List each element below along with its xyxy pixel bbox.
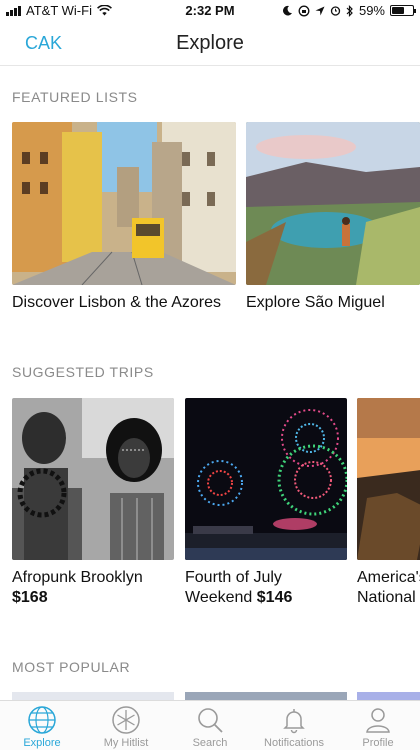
tab-label: Profile — [362, 737, 394, 749]
suggested-trips-header: SUGGESTED TRIPS — [12, 364, 154, 380]
bluetooth-icon — [346, 4, 353, 17]
trip-subtitle-text: Weekend — [185, 589, 253, 606]
trip-title: America's — [357, 569, 420, 586]
status-right: 59% — [282, 3, 416, 18]
person-icon — [366, 708, 390, 733]
trip-card-fourth-of-july[interactable]: Fourth of July Weekend $146 — [185, 398, 347, 610]
tab-profile[interactable]: Profile — [336, 705, 420, 749]
tab-bar: Explore My Hitlist Search Notifications … — [0, 700, 420, 750]
trip-price: $146 — [256, 589, 293, 606]
battery-icon — [390, 5, 416, 16]
tab-label: Search — [192, 737, 228, 749]
rotation-lock-icon — [298, 5, 310, 16]
alarm-icon — [330, 6, 341, 16]
tab-label: Explore — [23, 737, 61, 749]
battery-fill — [392, 7, 404, 14]
trip-card-national-parks[interactable]: America's National — [357, 398, 420, 610]
search-icon — [198, 708, 223, 733]
battery-percent: 59% — [358, 3, 385, 18]
tab-explore[interactable]: Explore — [0, 705, 84, 749]
tab-notifications[interactable]: Notifications — [252, 705, 336, 749]
featured-lists-header: FEATURED LISTS — [12, 89, 138, 105]
most-popular-header: MOST POPULAR — [12, 659, 131, 675]
tab-label: Notifications — [264, 737, 324, 749]
nav-bar: CAK Explore — [0, 22, 420, 66]
tab-label: My Hitlist — [103, 737, 149, 749]
tab-search[interactable]: Search — [168, 705, 252, 749]
popular-card-peek[interactable] — [357, 692, 420, 700]
bell-icon — [283, 709, 305, 734]
featured-card-lisbon[interactable]: Discover Lisbon & the Azores — [12, 122, 236, 322]
featured-card-title: Explore São Miguel — [246, 294, 385, 311]
page-title: Explore — [176, 32, 244, 54]
trip-title: Afropunk Brooklyn — [12, 569, 143, 586]
featured-card-sao-miguel[interactable]: Explore São Miguel — [246, 122, 420, 322]
popular-card-peek[interactable] — [185, 692, 347, 700]
trip-price: $168 — [12, 589, 48, 606]
location-icon — [315, 6, 325, 15]
status-bar: AT&T Wi-Fi 2:32 PM 59% — [0, 0, 420, 22]
national-park-image — [357, 398, 420, 560]
snowflake-icon — [112, 706, 140, 734]
trip-subtitle: Weekend $146 — [185, 588, 292, 607]
moon-icon — [282, 5, 292, 16]
trip-subtitle: National — [357, 589, 416, 606]
fireworks-image — [185, 398, 347, 560]
featured-card-title: Discover Lisbon & the Azores — [12, 294, 221, 311]
trip-card-afropunk[interactable]: Afropunk Brooklyn $168 — [12, 398, 174, 610]
lisbon-tram-image — [12, 122, 236, 285]
tab-my-hitlist[interactable]: My Hitlist — [84, 705, 168, 749]
globe-icon — [28, 706, 56, 734]
sao-miguel-lake-image — [246, 122, 420, 285]
popular-card-peek[interactable] — [12, 692, 174, 700]
trip-title: Fourth of July — [185, 569, 282, 586]
afropunk-image — [12, 398, 174, 560]
